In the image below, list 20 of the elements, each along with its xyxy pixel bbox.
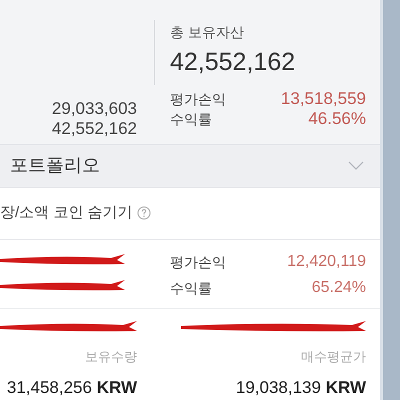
amount-value: 42,552,162 — [52, 119, 137, 139]
stat-value: 46.56% — [308, 109, 366, 129]
stat-label: 평가손익 — [170, 252, 226, 272]
stat-value: 65.24% — [312, 278, 366, 298]
field-value: 19,038,139 KRW — [236, 376, 366, 398]
field-label: 보유수량 — [85, 348, 137, 366]
total-assets-label: 총 보유자산 — [170, 23, 245, 42]
stat-label: 수익률 — [170, 110, 212, 129]
amount-value: 29,033,603 — [52, 99, 137, 119]
field-label: 매수평균가 — [301, 348, 366, 366]
chevron-icon — [348, 160, 364, 171]
portfolio-header[interactable]: 포트폴리오 — [0, 145, 380, 188]
stat-value: 13,518,559 — [280, 89, 366, 109]
hide-small-coins-label: 장/소액 코인 숨기기 — [0, 203, 133, 224]
stat-label: 수익률 — [170, 278, 212, 298]
total-assets-value: 42,552,162 — [170, 47, 296, 77]
stat-value: 12,420,119 — [287, 252, 366, 272]
help-icon[interactable] — [136, 206, 151, 220]
stat-label: 평가손익 — [170, 90, 226, 109]
field-value: 31,458,256 KRW — [6, 376, 137, 398]
